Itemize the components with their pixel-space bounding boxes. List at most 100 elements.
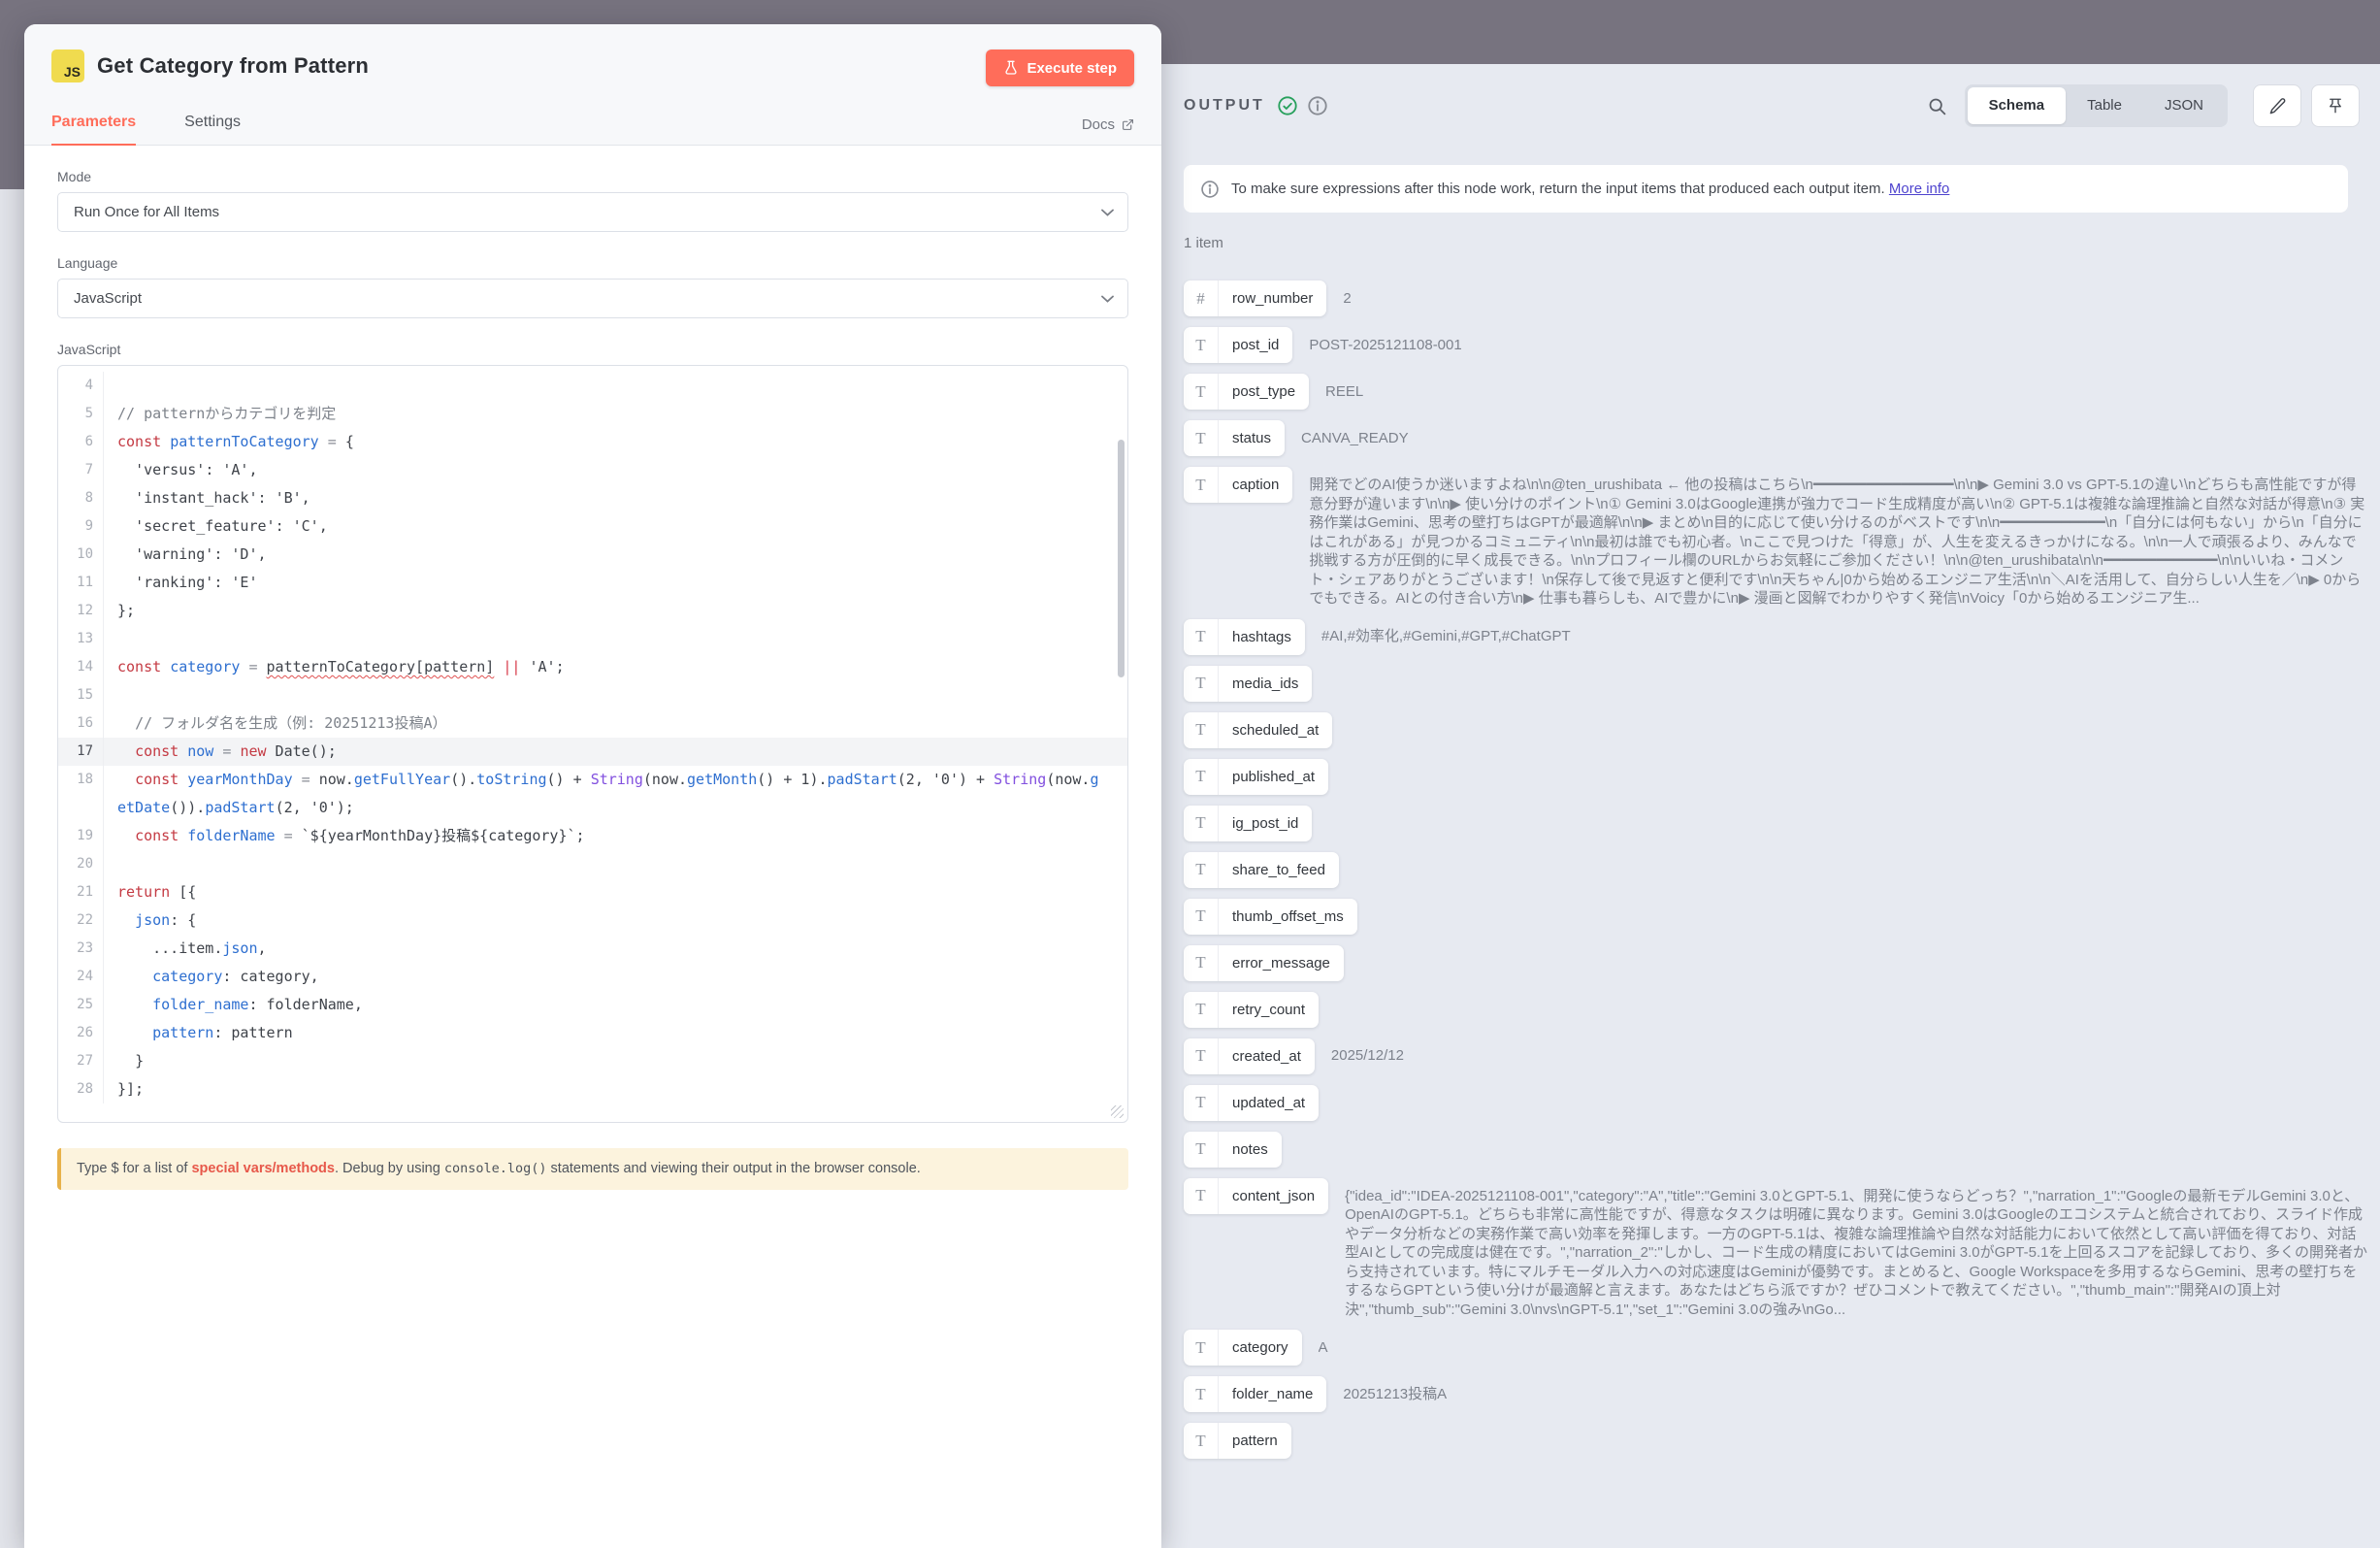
string-type-icon: T <box>1184 420 1219 456</box>
schema-field-name: media_ids <box>1219 666 1312 702</box>
schema-field-name: updated_at <box>1219 1085 1319 1121</box>
schema-field-pill-ig_post_id[interactable]: Tig_post_id <box>1184 806 1312 841</box>
tab-schema[interactable]: Schema <box>1968 87 2067 124</box>
schema-field-pill-created_at[interactable]: Tcreated_at <box>1184 1038 1315 1074</box>
schema-field-name: ig_post_id <box>1219 806 1312 841</box>
more-info-link[interactable]: More info <box>1889 181 1950 197</box>
schema-field-pill-post_type[interactable]: Tpost_type <box>1184 374 1309 410</box>
schema-field-value: REEL <box>1325 382 2368 402</box>
schema-field-row: Tscheduled_at <box>1184 712 2368 748</box>
schema-field-name: published_at <box>1219 759 1328 795</box>
tab-settings[interactable]: Settings <box>184 114 241 145</box>
line-number: 28 <box>58 1075 103 1103</box>
external-link-icon <box>1122 118 1134 131</box>
dimmed-canvas-backdrop-left <box>0 0 24 189</box>
output-view-switcher: Schema Table JSON <box>1965 84 2228 127</box>
schema-field-pill-folder_name[interactable]: Tfolder_name <box>1184 1376 1326 1412</box>
schema-field-name: scheduled_at <box>1219 712 1332 748</box>
docs-link[interactable]: Docs <box>1082 116 1134 133</box>
code-line: 26 pattern: pattern <box>58 1019 1127 1047</box>
schema-field-pill-hashtags[interactable]: Thashtags <box>1184 619 1305 655</box>
schema-field-row: TstatusCANVA_READY <box>1184 420 2368 456</box>
schema-field-row: Tfolder_name 20251213投稿A <box>1184 1376 2368 1412</box>
schema-field-pill-retry_count[interactable]: Tretry_count <box>1184 992 1319 1028</box>
line-number: 16 <box>58 709 103 738</box>
pin-data-button[interactable] <box>2311 84 2360 127</box>
language-select[interactable]: JavaScript <box>57 279 1128 318</box>
line-number: 12 <box>58 597 103 625</box>
execute-step-button[interactable]: Execute step <box>986 49 1134 86</box>
string-type-icon: T <box>1184 992 1219 1028</box>
schema-field-name: folder_name <box>1219 1376 1326 1412</box>
output-notice: To make sure expressions after this node… <box>1184 165 2348 213</box>
chevron-down-icon <box>1101 209 1114 216</box>
schema-field-name: error_message <box>1219 945 1344 981</box>
schema-field-pill-status[interactable]: Tstatus <box>1184 420 1285 456</box>
schema-field-pill-updated_at[interactable]: Tupdated_at <box>1184 1085 1319 1121</box>
code-editor-label: JavaScript <box>57 342 1128 357</box>
code-line: 13 <box>58 625 1127 653</box>
schema-field-value: 20251213投稿A <box>1343 1385 2368 1404</box>
tab-table[interactable]: Table <box>2066 87 2143 124</box>
tab-parameters[interactable]: Parameters <box>51 114 136 145</box>
schema-field-pill-media_ids[interactable]: Tmedia_ids <box>1184 666 1312 702</box>
line-number: 6 <box>58 428 103 456</box>
line-number: 9 <box>58 512 103 541</box>
schema-field-pill-post_id[interactable]: Tpost_id <box>1184 327 1292 363</box>
string-type-icon: T <box>1184 619 1219 655</box>
language-label: Language <box>57 255 1128 271</box>
string-type-icon: T <box>1184 1423 1219 1459</box>
success-check-icon <box>1277 95 1298 116</box>
schema-field-row: Tnotes <box>1184 1132 2368 1168</box>
javascript-node-icon: JS <box>51 49 84 82</box>
string-type-icon: T <box>1184 759 1219 795</box>
schema-field-name: hashtags <box>1219 619 1305 655</box>
line-number: 13 <box>58 625 103 653</box>
line-number: 7 <box>58 456 103 484</box>
code-line: 10 'warning': 'D', <box>58 541 1127 569</box>
schema-field-name: pattern <box>1219 1423 1291 1459</box>
schema-field-pill-row_number[interactable]: #row_number <box>1184 280 1326 316</box>
schema-field-name: category <box>1219 1330 1302 1366</box>
schema-field-pill-thumb_offset_ms[interactable]: Tthumb_offset_ms <box>1184 899 1357 935</box>
code-editor[interactable]: 4 5// patternからカテゴリを判定6const patternToCa… <box>57 365 1128 1123</box>
search-button[interactable] <box>1920 84 1955 127</box>
info-circle-icon <box>1200 180 1220 199</box>
schema-field-pill-notes[interactable]: Tnotes <box>1184 1132 1282 1168</box>
schema-field-pill-published_at[interactable]: Tpublished_at <box>1184 759 1328 795</box>
schema-field-row: Tpost_idPOST-2025121108-001 <box>1184 327 2368 363</box>
string-type-icon: T <box>1184 712 1219 748</box>
schema-field-name: post_id <box>1219 327 1292 363</box>
code-line: 7 'versus': 'A', <box>58 456 1127 484</box>
mode-select[interactable]: Run Once for All Items <box>57 192 1128 232</box>
string-type-icon: T <box>1184 1132 1219 1168</box>
schema-field-pill-error_message[interactable]: Terror_message <box>1184 945 1344 981</box>
code-line: 27 } <box>58 1047 1127 1075</box>
line-number: 11 <box>58 569 103 597</box>
code-line: 9 'secret_feature': 'C', <box>58 512 1127 541</box>
string-type-icon: T <box>1184 899 1219 935</box>
schema-field-row: Tretry_count <box>1184 992 2368 1028</box>
edit-output-button[interactable] <box>2253 84 2301 127</box>
schema-field-pill-pattern[interactable]: Tpattern <box>1184 1423 1291 1459</box>
editor-resize-grip[interactable] <box>1111 1105 1124 1118</box>
schema-field-value: #AI,#効率化,#Gemini,#GPT,#ChatGPT <box>1321 627 2368 646</box>
code-line: 12}; <box>58 597 1127 625</box>
string-type-icon: T <box>1184 1085 1219 1121</box>
schema-field-pill-content_json[interactable]: Tcontent_json <box>1184 1178 1328 1214</box>
node-header: JS Get Category from Pattern Execute ste… <box>24 24 1161 146</box>
schema-field-pill-scheduled_at[interactable]: Tscheduled_at <box>1184 712 1332 748</box>
schema-field-pill-category[interactable]: Tcategory <box>1184 1330 1302 1366</box>
special-vars-link[interactable]: special vars/methods <box>191 1161 335 1176</box>
schema-field-pill-share_to_feed[interactable]: Tshare_to_feed <box>1184 852 1339 888</box>
editor-scrollbar[interactable] <box>1118 440 1125 677</box>
tab-json[interactable]: JSON <box>2143 87 2225 124</box>
schema-field-name: created_at <box>1219 1038 1315 1074</box>
code-hint: Type $ for a list of special vars/method… <box>57 1148 1128 1190</box>
line-number: 26 <box>58 1019 103 1047</box>
code-line: 25 folder_name: folderName, <box>58 991 1127 1019</box>
code-line: 14const category = patternToCategory[pat… <box>58 653 1127 681</box>
output-panel-title: OUTPUT <box>1184 97 1265 115</box>
schema-field-pill-caption[interactable]: Tcaption <box>1184 467 1292 503</box>
line-number: 24 <box>58 963 103 991</box>
